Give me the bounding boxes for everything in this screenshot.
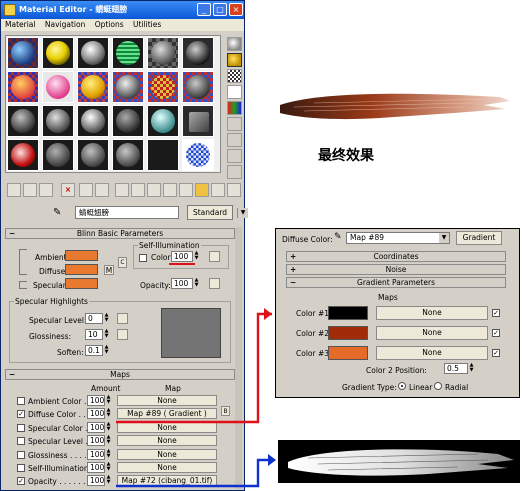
red-arrow <box>116 312 272 424</box>
red-arrowhead <box>264 308 272 320</box>
blue-arrowhead <box>268 454 276 466</box>
blue-arrow <box>116 458 274 488</box>
annotation-arrows <box>116 308 276 488</box>
